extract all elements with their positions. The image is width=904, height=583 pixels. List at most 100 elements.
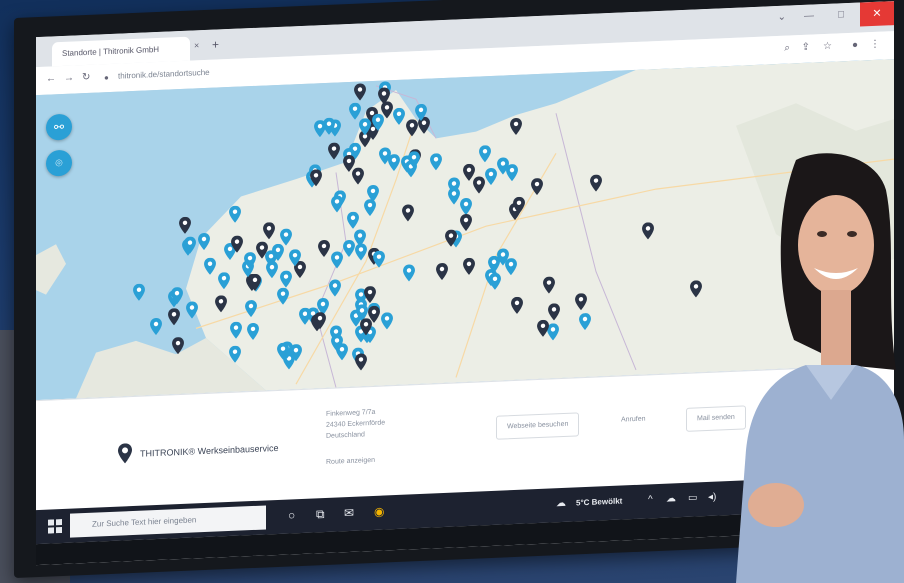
map-pin-icon[interactable] xyxy=(460,214,473,232)
map-pin-icon[interactable] xyxy=(276,342,289,361)
map-pin-icon[interactable] xyxy=(355,353,368,371)
map-pin-icon[interactable] xyxy=(505,163,518,182)
reload-icon[interactable]: ↻ xyxy=(82,72,90,83)
map-pin-icon[interactable] xyxy=(392,108,405,126)
map-pin-icon[interactable] xyxy=(309,168,322,187)
map-pin-icon[interactable] xyxy=(197,233,210,251)
map-pin-icon[interactable] xyxy=(403,264,415,282)
map-pin-icon[interactable] xyxy=(331,195,344,214)
map-pin-icon[interactable] xyxy=(228,205,241,223)
map-pin-icon[interactable] xyxy=(231,235,243,254)
map-pin-icon[interactable] xyxy=(328,142,341,161)
map-pin-icon[interactable] xyxy=(414,104,427,122)
map-pin-icon[interactable] xyxy=(132,283,145,302)
close-window-button[interactable]: ✕ xyxy=(860,1,894,27)
map-pin-icon[interactable] xyxy=(244,252,257,270)
map-pin-icon[interactable] xyxy=(366,185,379,203)
chrome-icon[interactable]: ◉ xyxy=(374,504,384,518)
map-pin-icon[interactable] xyxy=(462,257,475,276)
map-pin-icon[interactable] xyxy=(488,273,501,291)
map-pin-icon[interactable] xyxy=(229,345,242,363)
mail-icon[interactable]: ✉ xyxy=(344,506,354,520)
map-pin-icon[interactable] xyxy=(372,113,385,132)
network-icon[interactable]: ☁ xyxy=(666,493,676,504)
map-pin-icon[interactable] xyxy=(574,292,587,311)
tray-caret-icon[interactable]: ^ xyxy=(648,494,653,505)
close-tab-icon[interactable]: × xyxy=(194,40,199,50)
forward-icon[interactable]: → xyxy=(64,72,74,83)
map-pin-icon[interactable] xyxy=(373,251,386,269)
back-icon[interactable]: ← xyxy=(46,73,56,84)
map-pin-icon[interactable] xyxy=(343,154,356,172)
call-link[interactable]: Anrufen xyxy=(621,416,646,424)
map-pin-icon[interactable] xyxy=(172,337,185,355)
map-pin-icon[interactable] xyxy=(168,307,180,326)
map-pin-icon[interactable] xyxy=(313,312,326,330)
map-pin-icon[interactable] xyxy=(230,321,243,339)
map-pin-icon[interactable] xyxy=(170,287,183,305)
map-pin-icon[interactable] xyxy=(262,222,275,240)
website-button[interactable]: Webseite besuchen xyxy=(496,412,580,440)
map-pin-icon[interactable] xyxy=(330,334,343,352)
map-pin-icon[interactable] xyxy=(359,118,372,136)
map-pin-icon[interactable] xyxy=(473,176,486,194)
map-pin-icon[interactable] xyxy=(178,217,191,235)
map-pin-icon[interactable] xyxy=(511,297,523,315)
map-pin-icon[interactable] xyxy=(185,301,198,320)
map-pin-icon[interactable] xyxy=(504,257,517,276)
map-pin-icon[interactable] xyxy=(512,196,525,215)
map-pin-icon[interactable] xyxy=(354,83,366,101)
map-pin-icon[interactable] xyxy=(331,251,344,269)
maximize-button[interactable]: □ xyxy=(838,9,844,20)
map-pin-icon[interactable] xyxy=(288,249,301,267)
map-pin-icon[interactable] xyxy=(460,198,472,216)
map-pin-icon[interactable] xyxy=(276,287,289,305)
map-pin-icon[interactable] xyxy=(448,187,461,206)
map-pin-icon[interactable] xyxy=(444,230,457,248)
map-pin-icon[interactable] xyxy=(378,87,391,105)
map-pin-icon[interactable] xyxy=(249,273,261,292)
map-pin-icon[interactable] xyxy=(245,299,258,318)
map-pin-icon[interactable] xyxy=(203,257,216,275)
new-tab-button[interactable]: + xyxy=(212,37,219,51)
menu-icon[interactable]: ⋮ xyxy=(870,39,880,50)
map-pin-icon[interactable] xyxy=(690,280,702,298)
map-pin-icon[interactable] xyxy=(322,117,335,135)
cortana-icon[interactable]: ○ xyxy=(288,508,295,522)
star-icon[interactable]: ☆ xyxy=(823,41,832,52)
share-icon[interactable]: ⇪ xyxy=(802,42,810,53)
map-pin-icon[interactable] xyxy=(579,312,592,331)
map-pin-icon[interactable] xyxy=(479,145,492,163)
map-pin-icon[interactable] xyxy=(402,203,415,222)
map-pin-icon[interactable] xyxy=(149,318,162,336)
map-pin-icon[interactable] xyxy=(359,317,372,336)
task-view-icon[interactable]: ⧉ xyxy=(316,507,325,522)
windows-start-icon[interactable] xyxy=(48,518,62,534)
map-pin-icon[interactable] xyxy=(435,262,448,281)
map-pin-icon[interactable] xyxy=(378,147,391,165)
map-pin-icon[interactable] xyxy=(484,168,497,186)
map-pin-icon[interactable] xyxy=(462,163,475,181)
map-pin-icon[interactable] xyxy=(510,117,522,136)
map-pin-icon[interactable] xyxy=(342,239,355,258)
minimize-button[interactable]: — xyxy=(804,10,814,21)
weather-status[interactable]: 5°C Bewölkt xyxy=(576,497,622,508)
map-pin-icon[interactable] xyxy=(247,322,260,340)
display-icon[interactable]: ▭ xyxy=(688,492,697,503)
url-field[interactable]: thitronik.de/standortsuche xyxy=(118,68,210,81)
map-pin-icon[interactable] xyxy=(380,311,393,330)
chevron-down-icon[interactable]: ⌄ xyxy=(778,12,786,23)
map-pin-icon[interactable] xyxy=(184,236,197,255)
map-pin-icon[interactable] xyxy=(408,151,421,169)
map-pin-icon[interactable] xyxy=(347,211,360,229)
map-pin-icon[interactable] xyxy=(642,222,654,240)
map-pin-icon[interactable] xyxy=(354,229,366,247)
search-icon[interactable]: ⌕ xyxy=(784,42,790,53)
map-pin-icon[interactable] xyxy=(429,153,442,171)
map-pin-icon[interactable] xyxy=(218,271,231,290)
profile-icon[interactable]: ● xyxy=(852,40,858,51)
map-pin-icon[interactable] xyxy=(266,261,279,279)
map-pin-icon[interactable] xyxy=(256,241,269,259)
map-pin-icon[interactable] xyxy=(537,319,549,338)
map-pin-icon[interactable] xyxy=(548,302,561,321)
